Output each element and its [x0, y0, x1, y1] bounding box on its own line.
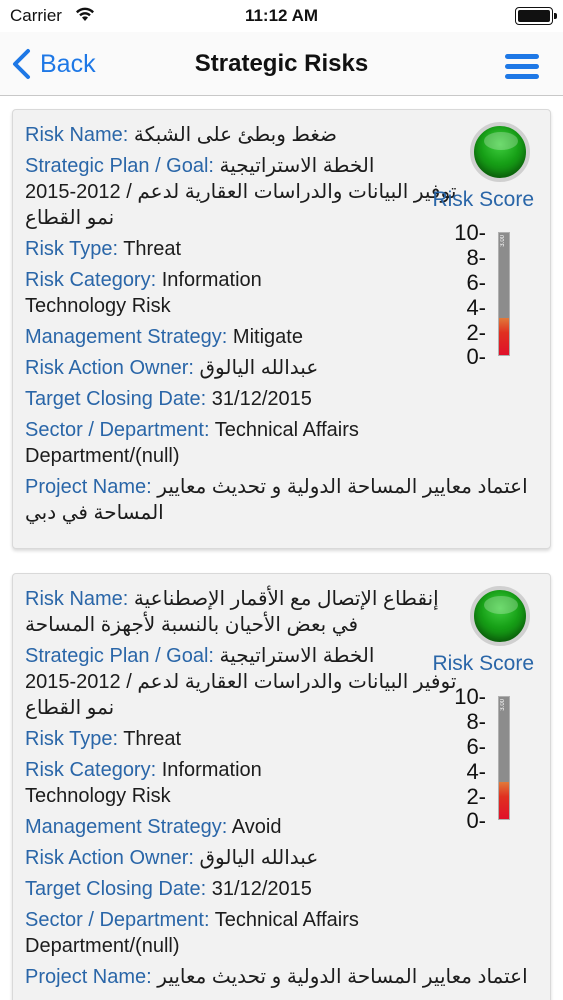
project-name-value-line1: اعتماد معايير المساحة الدولية و تحديث مع…: [157, 476, 528, 498]
green-status-indicator-icon: [470, 122, 530, 182]
sector-field: Sector / Department: Technical Affairs D…: [25, 417, 385, 469]
gauge-fill: [499, 318, 509, 355]
action-owner-label: Risk Action Owner:: [25, 847, 194, 869]
gauge-tick: 6-: [466, 734, 486, 759]
gauge-tick: 10-: [454, 684, 486, 709]
risk-category-label: Risk Category:: [25, 759, 157, 781]
project-name-field: Project Name: اعتماد معايير المساحة الدو…: [25, 964, 540, 990]
project-name-label: Project Name:: [25, 966, 152, 988]
strategic-plan-value-line1: الخطة الاستراتيجية: [219, 155, 375, 177]
management-strategy-value: Avoid: [231, 816, 282, 838]
target-closing-date-label: Target Closing Date:: [25, 878, 207, 900]
risk-score-label: Risk Score: [432, 188, 534, 211]
back-button[interactable]: Back: [10, 46, 96, 82]
strategic-plan-label: Strategic Plan / Goal:: [25, 645, 214, 667]
menu-icon-bar: [505, 64, 539, 69]
project-name-value-line1: اعتماد معايير المساحة الدولية و تحديث مع…: [157, 966, 528, 988]
gauge-tick: 8-: [466, 245, 486, 270]
project-name-field: Project Name: اعتماد معايير المساحة الدو…: [25, 474, 540, 526]
battery-icon: [515, 7, 557, 25]
risk-type-label: Risk Type:: [25, 238, 118, 260]
risk-type-label: Risk Type:: [25, 728, 118, 750]
gauge-tick: 0-: [466, 808, 486, 833]
project-name-label: Project Name:: [25, 476, 152, 498]
gauge-fill: [499, 782, 509, 819]
strategic-plan-field: Strategic Plan / Goal: الخطة الاستراتيجي…: [25, 643, 457, 721]
back-button-label: Back: [40, 49, 96, 78]
risk-score-gauge: 10- 8- 6- 4- 2- 0- 3.00: [410, 220, 510, 368]
status-time: 11:12 AM: [244, 6, 319, 25]
strategic-plan-value-line1: الخطة الاستراتيجية: [219, 645, 375, 667]
risk-list[interactable]: Risk Name: ضغط وبطئ على الشبكة Strategic…: [0, 97, 563, 1000]
gauge-tick: 4-: [466, 295, 486, 320]
risk-type-value: Threat: [123, 728, 182, 750]
action-owner-field: Risk Action Owner: عبدالله اليالوق: [25, 845, 545, 871]
management-strategy-label: Management Strategy:: [25, 816, 228, 838]
action-owner-value: عبدالله اليالوق: [199, 847, 319, 869]
gauge-tick: 0-: [466, 344, 486, 369]
hamburger-menu-button[interactable]: [505, 52, 541, 80]
chevron-left-icon: [13, 49, 30, 79]
project-name-value-line2: المساحة في دبي: [25, 502, 164, 524]
risk-name-value: ضغط وبطئ على الشبكة: [133, 124, 338, 146]
gauge-tick: 8-: [466, 709, 486, 734]
navigation-bar: Back Strategic Risks: [0, 32, 563, 96]
gauge-bar: 3.00: [498, 696, 510, 820]
strategic-plan-value-line3: نمو القطاع: [25, 697, 115, 719]
risk-card[interactable]: Risk Name: إنقطاع الإتصال مع الأقمار الإ…: [12, 573, 551, 1000]
target-closing-date-label: Target Closing Date:: [25, 388, 207, 410]
risk-score-label: Risk Score: [432, 652, 534, 675]
gauge-value-label: 3.00: [500, 235, 506, 247]
gauge-tick: 10-: [454, 220, 486, 245]
target-closing-date-field: Target Closing Date: 31/12/2015: [25, 876, 545, 902]
gauge-value-label: 3.00: [500, 699, 506, 711]
management-strategy-label: Management Strategy:: [25, 326, 228, 348]
action-owner-label: Risk Action Owner:: [25, 357, 194, 379]
strategic-plan-value-line2: 2015-2012 / توفير البيانات والدراسات الع…: [25, 181, 457, 203]
sector-field: Sector / Department: Technical Affairs D…: [25, 907, 385, 959]
gauge-tick: 4-: [466, 759, 486, 784]
sector-label: Sector / Department:: [25, 419, 210, 441]
risk-card[interactable]: Risk Name: ضغط وبطئ على الشبكة Strategic…: [12, 109, 551, 549]
status-bar: Carrier 11:12 AM: [0, 0, 563, 32]
risk-name-value-line1: إنقطاع الإتصال مع الأقمار الإصطناعية: [133, 588, 439, 610]
management-strategy-value: Mitigate: [232, 326, 303, 348]
risk-category-field: Risk Category: Information Technology Ri…: [25, 757, 325, 809]
risk-type-value: Threat: [123, 238, 182, 260]
risk-name-field: Risk Name: ضغط وبطئ على الشبكة: [25, 122, 475, 148]
risk-name-label: Risk Name:: [25, 124, 129, 146]
target-closing-date-value: 31/12/2015: [211, 878, 312, 900]
risk-score-gauge: 10- 8- 6- 4- 2- 0- 3.00: [410, 684, 510, 832]
strategic-plan-value-line3: نمو القطاع: [25, 207, 115, 229]
sector-label: Sector / Department:: [25, 909, 210, 931]
menu-icon-bar: [505, 74, 539, 79]
target-closing-date-field: Target Closing Date: 31/12/2015: [25, 386, 545, 412]
risk-category-label: Risk Category:: [25, 269, 157, 291]
gauge-tick: 2-: [466, 320, 486, 345]
strategic-plan-label: Strategic Plan / Goal:: [25, 155, 214, 177]
menu-icon-bar: [505, 54, 539, 59]
strategic-plan-value-line2: 2015-2012 / توفير البيانات والدراسات الع…: [25, 671, 457, 693]
gauge-tick: 6-: [466, 270, 486, 295]
risk-name-field: Risk Name: إنقطاع الإتصال مع الأقمار الإ…: [25, 586, 465, 638]
risk-category-field: Risk Category: Information Technology Ri…: [25, 267, 325, 319]
green-status-indicator-icon: [470, 586, 530, 646]
risk-name-value-line2: في بعض الأحيان بالنسبة لأجهزة المساحة: [25, 614, 358, 636]
strategic-plan-field: Strategic Plan / Goal: الخطة الاستراتيجي…: [25, 153, 457, 231]
risk-name-label: Risk Name:: [25, 588, 129, 610]
target-closing-date-value: 31/12/2015: [211, 388, 312, 410]
gauge-tick: 2-: [466, 784, 486, 809]
action-owner-value: عبدالله اليالوق: [199, 357, 319, 379]
gauge-bar: 3.00: [498, 232, 510, 356]
